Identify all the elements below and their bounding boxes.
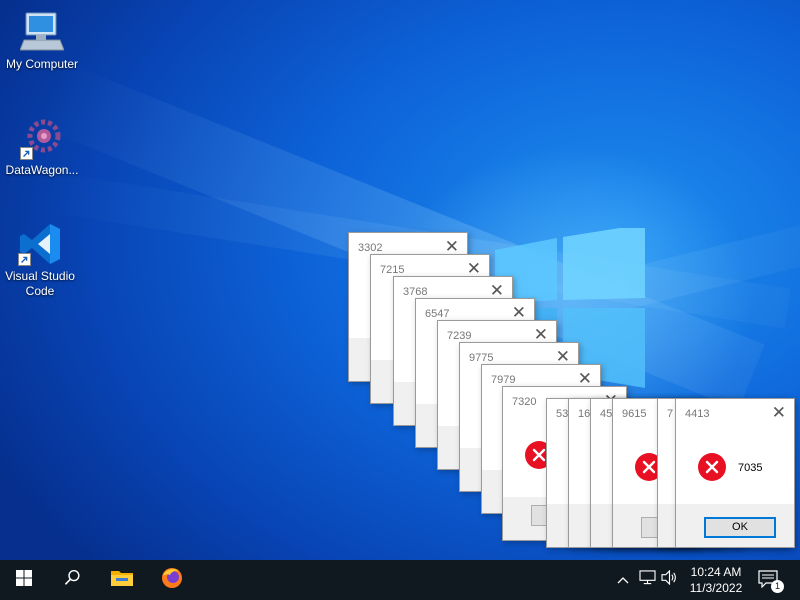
desktop-icon-label: DataWagon... (5, 163, 79, 177)
desktop: My Computer DataWagon... Visual Studio C… (0, 0, 800, 560)
firefox-icon (160, 566, 184, 595)
error-icon (698, 453, 726, 481)
network-icon (638, 570, 656, 590)
search-icon (64, 569, 81, 591)
search-button[interactable] (48, 560, 96, 600)
close-icon[interactable]: ✕ (556, 348, 570, 365)
action-center-button[interactable]: 1 (754, 560, 784, 600)
dialog-title: 6547 (425, 308, 450, 320)
chevron-up-icon (617, 571, 629, 589)
dialog-title: 7979 (491, 374, 516, 386)
close-icon[interactable]: ✕ (445, 238, 459, 255)
dialog-title: 7215 (380, 264, 405, 276)
close-icon[interactable]: ✕ (490, 282, 504, 299)
desktop-icon-datawagon[interactable]: DataWagon... (0, 116, 84, 178)
desktop-icon-label: My Computer (5, 57, 79, 71)
dialog-title: 7239 (447, 330, 472, 342)
dialog-title: 53 (556, 408, 569, 420)
close-icon[interactable]: ✕ (578, 370, 592, 387)
firefox-button[interactable] (148, 560, 196, 600)
close-icon[interactable]: ✕ (534, 326, 548, 343)
desktop-icon-label: Visual Studio Code (5, 269, 75, 298)
notification-count-badge: 1 (771, 580, 784, 593)
shortcut-arrow-icon (18, 253, 31, 266)
dialog-message: 7035 (738, 462, 763, 474)
close-icon[interactable]: ✕ (772, 404, 786, 421)
start-icon (16, 569, 32, 591)
dialog-title: 9775 (469, 352, 494, 364)
file-explorer-icon (110, 568, 134, 593)
dialog-title: 7 (667, 408, 674, 420)
file-explorer-button[interactable] (98, 560, 146, 600)
desktop-icon-my-computer[interactable]: My Computer (0, 10, 84, 72)
close-icon[interactable]: ✕ (512, 304, 526, 321)
clock-time: 10:24 AM (690, 565, 742, 579)
vscode-icon (18, 222, 62, 266)
desktop-icon-vscode[interactable]: Visual Studio Code (0, 222, 80, 299)
volume-control[interactable] (659, 560, 679, 600)
datawagon-icon (20, 116, 64, 160)
ok-button[interactable]: OK (704, 517, 776, 538)
dialog-title: 16 (578, 408, 591, 420)
dialog-title: 9615 (622, 408, 647, 420)
close-icon[interactable]: ✕ (467, 260, 481, 277)
network-status[interactable] (637, 560, 657, 600)
shortcut-arrow-icon (20, 147, 33, 160)
dialog-title: 45 (600, 408, 613, 420)
dialog-title: 4413 (685, 408, 710, 420)
show-hidden-icons[interactable] (614, 560, 632, 600)
computer-icon (19, 10, 65, 54)
dialog-window-active[interactable]: 4413 ✕ 7035 OK (675, 398, 795, 548)
dialog-title: 7320 (512, 396, 537, 408)
speaker-icon (660, 569, 678, 590)
clock-date: 11/3/2022 (689, 581, 743, 595)
dialog-title: 3768 (403, 286, 428, 298)
notification-icon: 1 (758, 570, 784, 593)
start-button[interactable] (0, 560, 48, 600)
taskbar: 10:24 AM 11/3/2022 1 (0, 560, 800, 600)
dialog-title: 3302 (358, 242, 383, 254)
taskbar-clock[interactable]: 10:24 AM 11/3/2022 (682, 564, 750, 596)
